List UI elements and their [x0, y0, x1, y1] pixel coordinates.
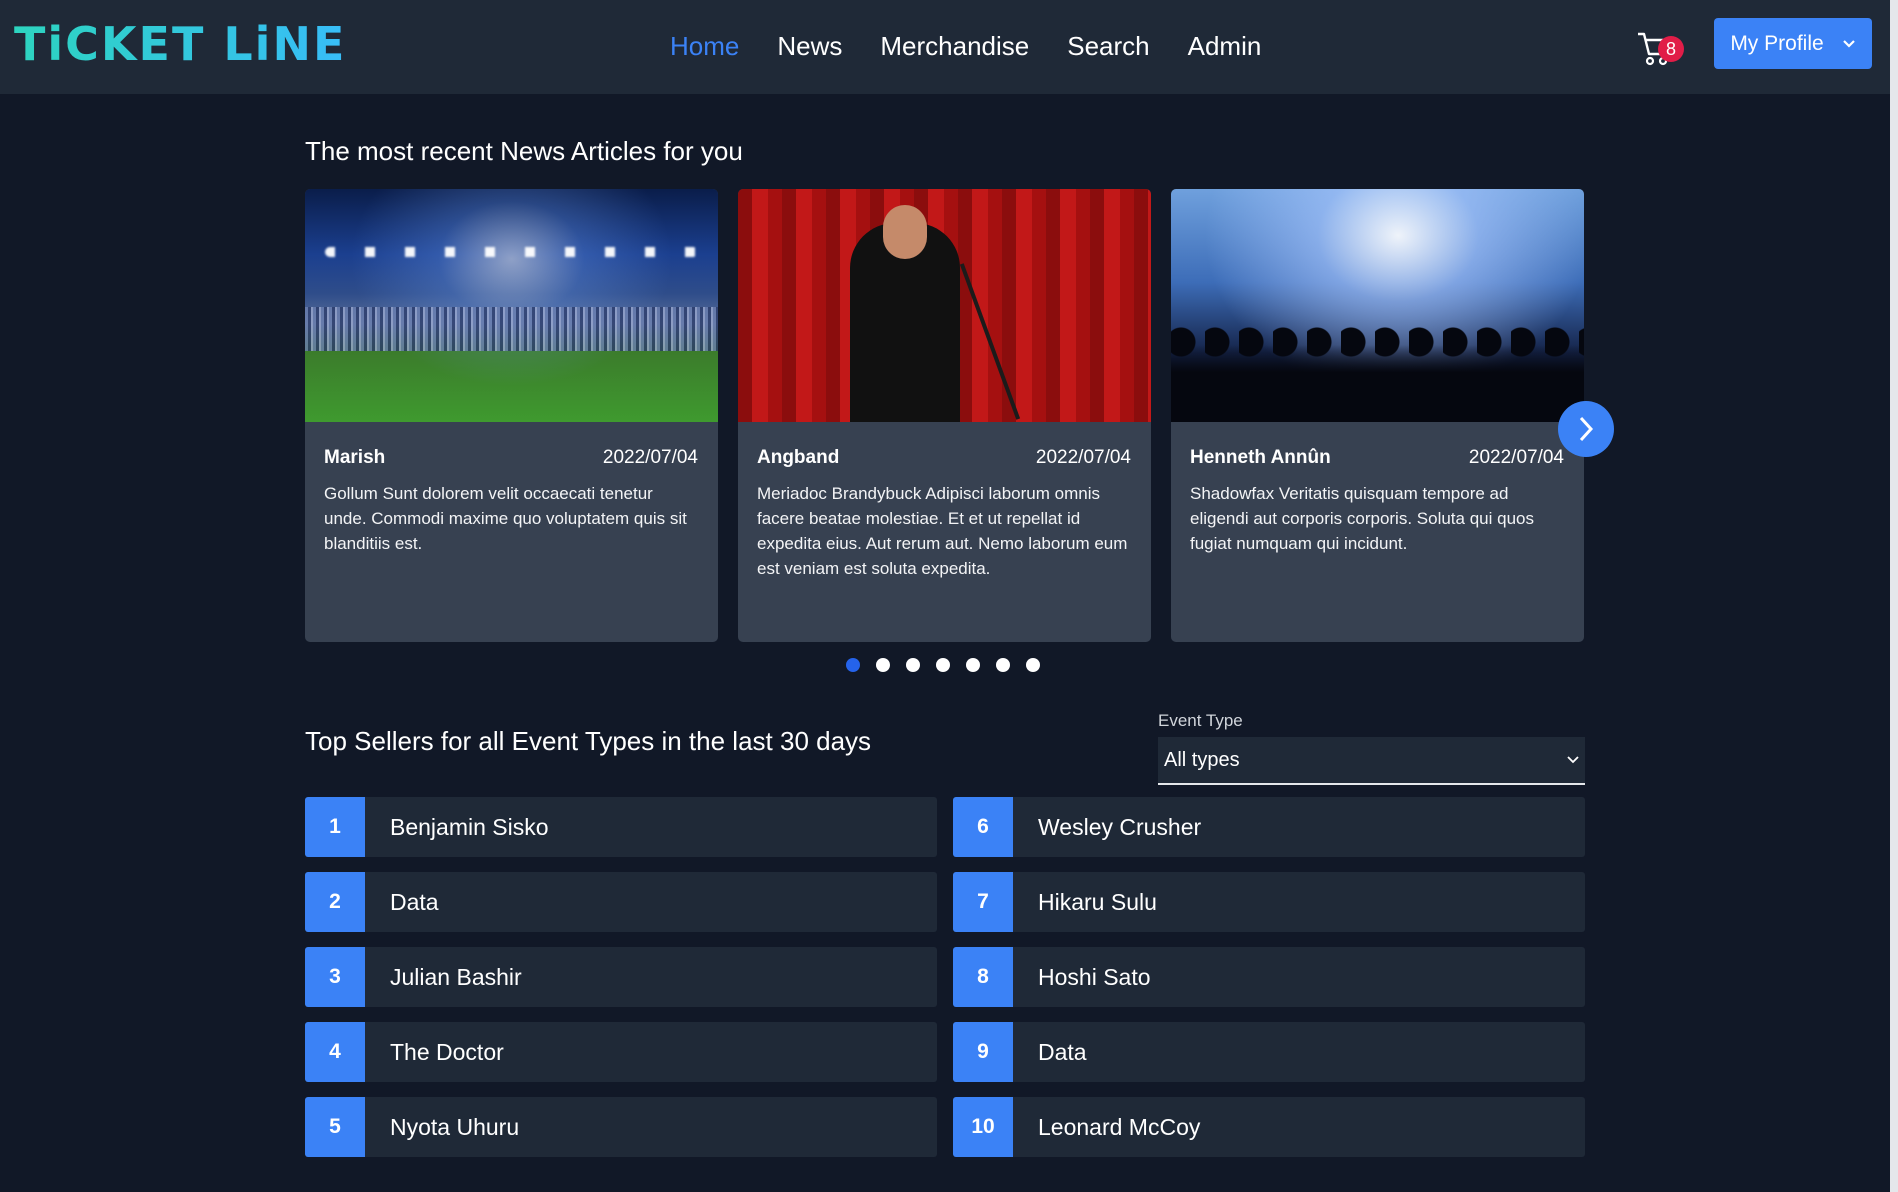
seller-row[interactable]: 10 Leonard McCoy	[953, 1097, 1585, 1157]
carousel-dot[interactable]	[876, 658, 890, 672]
seller-row[interactable]: 8 Hoshi Sato	[953, 947, 1585, 1007]
top-sellers-list: 1 Benjamin Sisko 6 Wesley Crusher 2 Data 7H…	[305, 797, 1585, 1157]
seller-name: Leonard McCoy	[1038, 1113, 1201, 1140]
seller-name: Data	[1038, 1038, 1087, 1065]
news-card[interactable]: Henneth Annûn 2022/07/04 Shadowfax Verit…	[1171, 189, 1584, 642]
news-card-text: Meriadoc Brandybuck Adipisci laborum omn…	[757, 484, 1128, 578]
profile-label: My Profile	[1730, 31, 1824, 55]
cart-count-badge: 8	[1658, 36, 1684, 62]
seller-name: The Doctor	[390, 1038, 504, 1065]
news-card-date: 2022/07/04	[602, 447, 698, 468]
seller-rank: 6	[953, 797, 1013, 857]
news-card-text: Gollum Sunt dolorem velit occaecati tene…	[324, 484, 687, 553]
seller-rank: 1	[305, 797, 365, 857]
event-type-filter: Event Type All types	[1158, 711, 1585, 785]
nav-links: Home News Merchandise Search Admin	[670, 22, 1261, 70]
seller-rank: 4	[305, 1022, 365, 1082]
seller-rank: 8	[953, 947, 1013, 1007]
news-card[interactable]: Marish 2022/07/04 Gollum Sunt dolorem ve…	[305, 189, 718, 642]
concert-image	[1171, 189, 1584, 422]
seller-rank: 9	[953, 1022, 1013, 1082]
seller-rank: 5	[305, 1097, 365, 1157]
chevron-right-icon	[1579, 416, 1594, 442]
comedian-image	[738, 189, 1151, 422]
nav-home[interactable]: Home	[670, 22, 739, 70]
seller-name: Hikaru Sulu	[1038, 888, 1157, 915]
seller-row[interactable]: 5 Nyota Uhuru	[305, 1097, 937, 1157]
seller-name: Data	[390, 888, 439, 915]
seller-row[interactable]: 3 Julian Bashir	[305, 947, 937, 1007]
news-card-date: 2022/07/04	[1468, 447, 1564, 468]
seller-name: Hoshi Sato	[1038, 963, 1151, 990]
chevron-down-icon	[1842, 39, 1855, 48]
seller-row[interactable]: 6 Wesley Crusher	[953, 797, 1585, 857]
seller-rank: 10	[953, 1097, 1013, 1157]
seller-name: Benjamin Sisko	[390, 813, 549, 840]
carousel-dot[interactable]	[906, 658, 920, 672]
navbar: TiCKET LiNE Home News Merchandise Search…	[0, 0, 1898, 94]
event-type-label: Event Type	[1158, 711, 1243, 730]
carousel-dot[interactable]	[936, 658, 950, 672]
chevron-down-icon	[1567, 756, 1579, 764]
seller-rank: 2	[305, 872, 365, 932]
seller-row[interactable]: 9 Data	[953, 1022, 1585, 1082]
news-card-text: Shadowfax Veritatis quisquam tempore ad …	[1190, 484, 1534, 553]
carousel-dot[interactable]	[966, 658, 980, 672]
carousel-dot[interactable]	[846, 658, 860, 672]
seller-rank: 3	[305, 947, 365, 1007]
scrollbar[interactable]	[1890, 0, 1898, 1192]
seller-row[interactable]: 1 Benjamin Sisko	[305, 797, 937, 857]
nav-news[interactable]: News	[777, 22, 842, 70]
sellers-section-title: Top Sellers for all Event Types in the l…	[305, 726, 872, 756]
nav-merchandise[interactable]: Merchandise	[880, 22, 1029, 70]
news-carousel: Marish 2022/07/04 Gollum Sunt dolorem ve…	[305, 189, 1584, 642]
seller-row[interactable]: 4 The Doctor	[305, 1022, 937, 1082]
carousel-pagination	[846, 658, 1040, 672]
seller-rank: 7	[953, 872, 1013, 932]
cart-button[interactable]: 8	[1636, 26, 1684, 70]
seller-name: Julian Bashir	[390, 963, 522, 990]
carousel-next-button[interactable]	[1558, 401, 1614, 457]
seller-row[interactable]: 7 Hikaru Sulu	[953, 872, 1585, 932]
news-card-title: Henneth Annûn	[1190, 447, 1331, 468]
logo[interactable]: TiCKET LiNE	[14, 18, 346, 70]
seller-name: Wesley Crusher	[1038, 813, 1202, 840]
news-card[interactable]: Angband 2022/07/04 Meriadoc Brandybuck A…	[738, 189, 1151, 642]
stadium-image	[305, 189, 718, 422]
carousel-dot[interactable]	[996, 658, 1010, 672]
news-card-title: Angband	[757, 447, 840, 468]
seller-row[interactable]: 2 Data	[305, 872, 937, 932]
my-profile-button[interactable]: My Profile	[1714, 18, 1872, 69]
seller-name: Nyota Uhuru	[390, 1113, 520, 1140]
news-card-date: 2022/07/04	[1035, 447, 1131, 468]
event-type-select[interactable]: All types	[1158, 737, 1585, 785]
news-card-title: Marish	[324, 447, 386, 468]
nav-search[interactable]: Search	[1067, 22, 1149, 70]
event-type-value: All types	[1164, 748, 1240, 771]
carousel-dot[interactable]	[1026, 658, 1040, 672]
nav-admin[interactable]: Admin	[1188, 22, 1262, 70]
news-section-title: The most recent News Articles for you	[305, 136, 743, 166]
